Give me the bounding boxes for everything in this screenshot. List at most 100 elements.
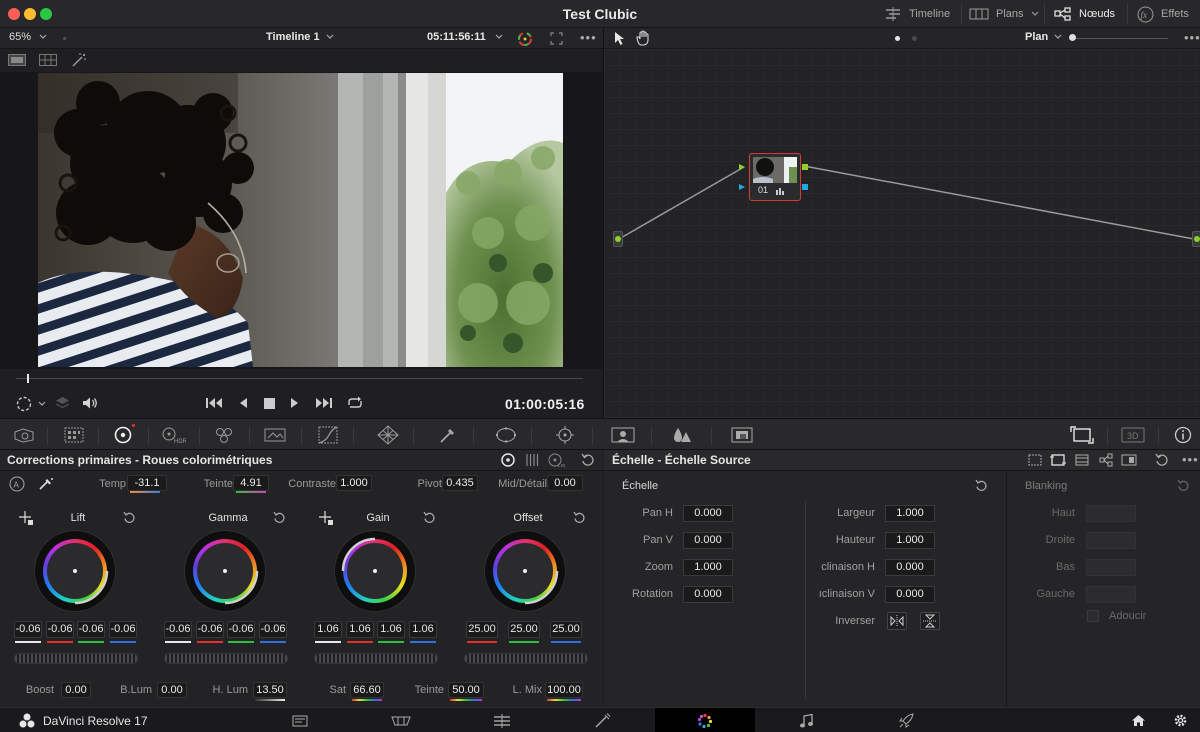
loop-icon[interactable] [346,396,364,410]
flip-vertical-button[interactable] [920,612,940,630]
hdr-wheels-icon[interactable]: HDR [153,419,193,451]
param-value-field[interactable]: 13.50 [253,682,287,698]
view-mode-dropdown[interactable]: Plan [1025,31,1062,43]
info-icon[interactable] [1163,419,1200,451]
page-edit[interactable] [452,708,552,732]
wheel-value-field[interactable]: -0.06 [46,621,74,638]
param-value-field[interactable]: 1.000 [336,475,372,491]
sizing-value-field[interactable]: 0.000 [885,559,935,576]
reset-blanking-icon[interactable] [1177,479,1190,492]
blur-icon[interactable] [662,419,702,451]
wheel-value-field[interactable]: 1.06 [377,621,405,638]
key-icon[interactable] [722,419,762,451]
node-01[interactable]: 01 [749,153,801,201]
wheel-value-field[interactable]: 25.00 [466,621,498,638]
blanking-value-field[interactable] [1086,532,1136,549]
log-wheels-icon[interactable]: Log [547,452,565,468]
reset-wheel-icon[interactable] [123,511,136,524]
magic-mask-icon[interactable] [603,419,643,451]
wheel-value-field[interactable]: -0.06 [259,621,287,638]
wheel-value-field[interactable]: -0.06 [109,621,137,638]
node-key-output[interactable] [802,184,808,190]
reset-scaling-icon[interactable] [975,479,988,492]
single-view-icon[interactable] [8,54,26,66]
node-key-input[interactable] [739,184,745,190]
output-sizing-icon[interactable] [1075,454,1089,466]
color-wheel[interactable] [185,531,265,611]
picker-crosshair-icon[interactable] [19,511,33,525]
hand-tool-icon[interactable] [635,30,651,46]
param-value-field[interactable]: 50.00 [448,682,484,698]
edit-sizing-icon[interactable] [1028,454,1042,466]
auto-balance-icon[interactable]: A [9,476,25,492]
reset-icon[interactable] [1155,453,1169,467]
timecode-dropdown[interactable]: 05:11:56:11 [427,31,503,43]
wheel-value-field[interactable]: -0.06 [196,621,224,638]
tracker-icon[interactable] [545,419,585,451]
magic-wand-icon[interactable] [71,53,87,68]
blanking-value-field[interactable] [1086,586,1136,603]
page-fairlight[interactable] [756,708,856,732]
home-icon[interactable] [1131,714,1146,727]
stop-icon[interactable] [264,398,275,409]
grid-view-icon[interactable] [39,54,57,66]
wheel-value-field[interactable]: 1.06 [314,621,342,638]
timeline-dropdown[interactable]: Timeline 1 [266,31,334,43]
minimize-window-button[interactable] [24,8,36,20]
wheel-value-field[interactable]: 1.06 [346,621,374,638]
param-value-field[interactable]: 0.435 [442,475,478,491]
wheel-value-field[interactable]: -0.06 [14,621,42,638]
curves-icon[interactable] [308,419,348,451]
more-options-icon[interactable]: ••• [1184,30,1200,45]
color-wheel[interactable] [335,531,415,611]
page-fusion[interactable] [553,708,653,732]
blanking-value-field[interactable] [1086,505,1136,522]
sizing-value-field[interactable]: 1.000 [885,505,935,522]
color-wheel[interactable] [485,531,565,611]
param-value-field[interactable]: -31.1 [127,475,167,491]
pointer-tool-icon[interactable] [614,31,626,46]
color-wheels-icon[interactable] [103,419,143,451]
param-value-field[interactable]: 100.00 [545,682,583,698]
volume-icon[interactable] [82,396,98,410]
sizing-value-field[interactable]: 1.000 [683,559,733,576]
wheel-value-field[interactable]: 25.00 [550,621,582,638]
page-color[interactable] [655,708,755,732]
input-sizing-icon[interactable] [1050,453,1066,467]
sizing-value-field[interactable]: 0.000 [683,532,733,549]
nav-plans[interactable]: Plans [969,0,1039,28]
more-options-icon[interactable]: ••• [580,30,597,45]
param-value-field[interactable]: 0.00 [547,475,583,491]
color-wheel-toggle-icon[interactable] [517,31,533,47]
reset-wheel-icon[interactable] [273,511,286,524]
reset-wheel-icon[interactable] [423,511,436,524]
master-wheel-slider[interactable] [14,653,138,664]
param-value-field[interactable]: 0.00 [157,682,187,698]
master-wheel-slider[interactable] [314,653,438,664]
play-icon[interactable] [290,397,300,409]
blanking-value-field[interactable] [1086,559,1136,576]
page-dot-active[interactable] [895,36,900,41]
color-wheel[interactable] [35,531,115,611]
white-balance-picker-icon[interactable] [38,477,54,491]
soften-checkbox[interactable] [1087,610,1099,622]
play-reverse-icon[interactable] [238,397,248,409]
nav-timeline[interactable]: Timeline [884,0,950,28]
node-sizing-icon[interactable] [1099,453,1113,467]
node-zoom-track[interactable] [1071,38,1168,39]
page-cut[interactable] [351,708,451,732]
scrub-track[interactable] [16,378,583,379]
reset-wheel-icon[interactable] [573,511,586,524]
sizing-icon[interactable] [1062,419,1102,451]
master-wheel-slider[interactable] [464,653,588,664]
nav-effets[interactable]: fx Effets [1137,0,1189,28]
layers-icon[interactable] [55,396,70,410]
wheels-mode-icon[interactable] [500,452,516,468]
color-warper-icon[interactable] [368,419,408,451]
wheel-value-field[interactable]: -0.06 [77,621,105,638]
sizing-value-field[interactable]: 1.000 [885,532,935,549]
bars-mode-icon[interactable] [525,453,539,467]
video-viewer[interactable] [0,72,603,369]
sizing-value-field[interactable]: 0.000 [683,586,733,603]
param-value-field[interactable]: 4.91 [233,475,269,491]
